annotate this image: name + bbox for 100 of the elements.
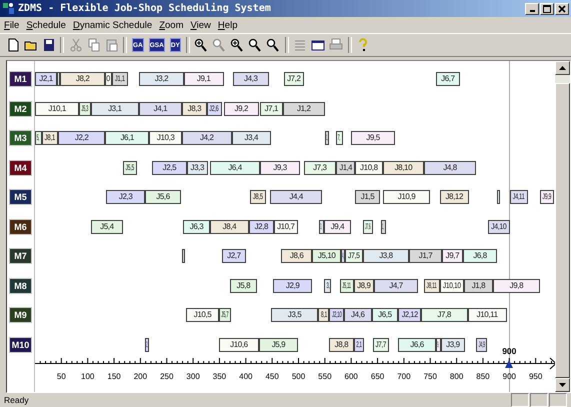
operation-bar[interactable]: J9,1 (184, 72, 224, 86)
operation-bar[interactable]: J4,7 (374, 278, 418, 292)
menu-item[interactable]: View (190, 20, 211, 30)
operation-bar[interactable]: J10,3 (149, 131, 182, 145)
operation-bar[interactable]: J3,8 (362, 249, 410, 263)
close-button[interactable] (555, 2, 569, 14)
operation-bar[interactable]: J8,2 (60, 72, 106, 86)
operation-bar[interactable]: J9,4 (324, 220, 352, 234)
menu-item[interactable]: Zoom (159, 20, 184, 30)
operation-bar[interactable]: J2,6 (206, 102, 222, 116)
operation-bar[interactable]: J10,1 (35, 102, 80, 116)
operation-bar[interactable]: J8,8 (329, 338, 354, 352)
operation-bar[interactable]: J1,7 (409, 249, 442, 263)
operation-bar[interactable]: 5, (35, 131, 42, 145)
operation-bar[interactable]: J9,8 (492, 278, 540, 292)
operation-bar[interactable]: J2,3 (106, 190, 146, 204)
menu-item[interactable]: File (4, 20, 20, 30)
operation-bar[interactable]: 4, (341, 249, 345, 263)
operation-bar[interactable]: J6,6 (398, 338, 436, 352)
operation-bar[interactable]: J5,5 (123, 160, 137, 174)
operation-bar[interactable]: J4,10 (488, 220, 510, 234)
operation-bar[interactable]: J2,12 (398, 308, 421, 322)
operation-bar[interactable]: J9,9 (540, 190, 554, 204)
zoom-in-button[interactable] (192, 36, 210, 54)
operation-bar[interactable]: J10,8 (354, 160, 383, 174)
vertical-scrollbar[interactable] (555, 61, 570, 392)
operation-bar[interactable]: J10,11 (468, 308, 507, 322)
operation-bar[interactable]: 2,1 (354, 338, 364, 352)
operation-bar[interactable]: J4,8 (424, 160, 476, 174)
operation-bar[interactable]: J8,10 (382, 160, 424, 174)
operation-bar[interactable]: J3,9 (440, 338, 466, 352)
operation-bar[interactable]: J4,4 (270, 190, 322, 204)
operation-bar[interactable]: J1,4 (336, 160, 355, 174)
operation-bar[interactable] (57, 72, 60, 86)
operation-bar[interactable]: J8,4 (210, 220, 249, 234)
operation-bar[interactable]: 8,1 (318, 308, 330, 322)
operation-bar[interactable]: J10,9 (382, 190, 430, 204)
operation-bar[interactable]: J4,2 (182, 131, 232, 145)
menu-item[interactable]: Dynamic Schedule (72, 20, 152, 30)
maximize-button[interactable] (540, 2, 554, 14)
operation-bar[interactable]: J8,1 (42, 131, 58, 145)
operation-bar[interactable]: J7,6 (362, 220, 373, 234)
operation-bar[interactable]: J6,1 (105, 131, 150, 145)
operation-bar[interactable]: J8,12 (440, 190, 469, 204)
operation-bar[interactable]: J5,4 (90, 220, 123, 234)
operation-bar[interactable]: J8,9 (354, 278, 374, 292)
zoom-button[interactable] (264, 36, 282, 54)
operation-bar[interactable]: J3,4 (232, 131, 272, 145)
operation-bar[interactable]: J5,9 (258, 338, 298, 352)
operation-bar[interactable]: J10,7 (274, 220, 298, 234)
operation-bar[interactable]: J6,3 (183, 220, 210, 234)
operation-bar[interactable]: J7,2 (284, 72, 304, 86)
operation-bar[interactable]: J8,6 (281, 249, 312, 263)
operation-bar[interactable]: J2,8 (248, 220, 274, 234)
operation-bar[interactable]: J4,6 (344, 308, 372, 322)
operation-bar[interactable]: J10,5 (186, 308, 219, 322)
operation-bar[interactable]: 1, (380, 220, 386, 234)
operation-bar[interactable]: J3,2 (139, 72, 184, 86)
operation-bar[interactable]: J2,9 (273, 278, 312, 292)
operation-bar[interactable]: J2,7 (222, 249, 246, 263)
operation-bar[interactable]: J7,1 (260, 102, 283, 116)
operation-bar[interactable]: J1,1 (112, 72, 128, 86)
operation-bar[interactable]: J7,8 (420, 308, 468, 322)
operation-bar[interactable]: J4,11 (510, 190, 528, 204)
operation-bar[interactable]: J10,6 (218, 338, 259, 352)
operation-bar[interactable]: J1,2 (282, 102, 325, 116)
menu-item[interactable]: Help (218, 20, 238, 30)
operation-bar[interactable]: J3,5 (271, 308, 318, 322)
operation-bar[interactable]: J4,3 (232, 72, 269, 86)
operation-bar[interactable]: J6,8 (462, 249, 498, 263)
operation-bar[interactable]: J5,7 (218, 308, 232, 322)
operation-bar[interactable]: J2,5 (152, 160, 187, 174)
operation-bar[interactable]: J2,2 (58, 131, 106, 145)
operation-bar[interactable]: J9,7 (442, 249, 463, 263)
operation-bar[interactable]: J3,1 (90, 102, 139, 116)
operation-bar[interactable]: J7,7 (372, 338, 390, 352)
operation-bar[interactable]: 1, (324, 131, 330, 145)
operation-bar[interactable]: J1,8 (464, 278, 493, 292)
operation-bar[interactable]: 3, (324, 278, 332, 292)
operation-bar[interactable]: J6,7 (436, 72, 460, 86)
operation-bar[interactable]: J4,1 (138, 102, 182, 116)
operation-bar[interactable]: J4,9 (476, 338, 488, 352)
operation-bar[interactable]: J8,5 (250, 190, 266, 204)
operation-bar[interactable]: 2, (145, 338, 150, 352)
operation-bar[interactable]: J7,3 (304, 160, 336, 174)
operation-bar[interactable]: J10,10 (440, 278, 464, 292)
operation-bar[interactable]: J8,3 (182, 102, 207, 116)
minimize-button[interactable] (525, 2, 539, 14)
operation-bar[interactable]: J9,3 (260, 160, 300, 174)
operation-bar[interactable]: J5,6 (145, 190, 181, 204)
operation-bar[interactable] (496, 190, 500, 204)
operation-bar[interactable]: 0 (105, 72, 112, 86)
operation-bar[interactable]: J3,3 (186, 160, 208, 174)
menu-item[interactable]: Schedule (26, 20, 66, 30)
operation-bar[interactable]: J6,5 (372, 308, 398, 322)
operation-bar[interactable]: 9, (436, 338, 441, 352)
operation-bar[interactable]: J5,11 (340, 278, 354, 292)
operation-bar[interactable]: J5,8 (230, 278, 257, 292)
operation-bar[interactable]: J2,1 (35, 72, 58, 86)
operation-bar[interactable]: J5,3 (79, 102, 91, 116)
